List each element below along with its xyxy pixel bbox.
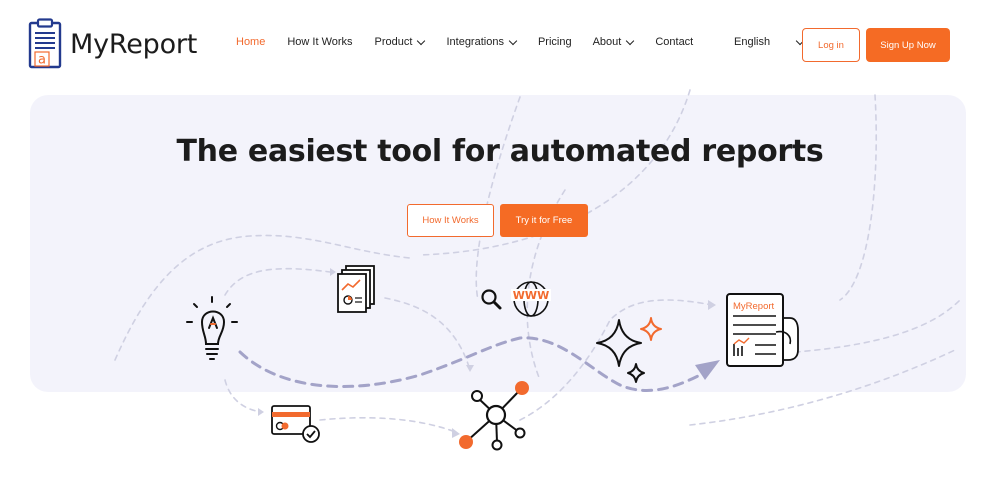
- brand-logo[interactable]: a MyReport: [28, 18, 197, 70]
- documents-chart-icon: [337, 265, 375, 313]
- nav-integrations-label: Integrations: [446, 36, 504, 48]
- nav-pricing-label: Pricing: [537, 36, 572, 48]
- nav-contact[interactable]: Contact: [655, 36, 693, 48]
- language-select[interactable]: English: [734, 36, 805, 48]
- nav-about-label: About: [592, 36, 622, 48]
- chevron-down-icon: [417, 36, 426, 45]
- brand-name: MyReport: [70, 28, 198, 60]
- how-it-works-button[interactable]: How It Works: [407, 204, 494, 237]
- credit-card-check-icon: [271, 405, 320, 443]
- hero-title: The easiest tool for automated reports: [176, 134, 824, 169]
- nav-pricing[interactable]: Pricing: [538, 36, 572, 48]
- nav-integrations[interactable]: Integrations: [446, 36, 518, 48]
- try-free-button[interactable]: Try it for Free: [500, 204, 588, 237]
- chevron-down-icon: [626, 36, 635, 45]
- nav-how-it-works[interactable]: How It Works: [287, 36, 352, 48]
- nav-contact-label: Contact: [655, 36, 694, 48]
- svg-text:a: a: [38, 53, 46, 68]
- chevron-down-icon: [508, 36, 518, 45]
- nav-home-label: Home: [236, 36, 266, 48]
- nav-how-it-works-label: How It Works: [287, 36, 353, 48]
- signup-button[interactable]: Sign Up Now: [866, 28, 950, 62]
- nav-product[interactable]: Product: [374, 36, 426, 48]
- main-nav: Home How It Works Product Integrations P…: [236, 36, 693, 48]
- nav-about[interactable]: About: [592, 36, 635, 48]
- clipboard-logo-icon: a: [28, 18, 62, 69]
- login-button[interactable]: Log in: [802, 28, 860, 62]
- site-header: a MyReport Home How It Works Product Int…: [0, 0, 1000, 90]
- svg-text:MyReport: MyReport: [733, 301, 775, 312]
- nav-product-label: Product: [374, 36, 413, 48]
- nav-home[interactable]: Home: [236, 36, 265, 48]
- svg-text:WWW: WWW: [513, 289, 549, 302]
- language-label: English: [734, 36, 771, 48]
